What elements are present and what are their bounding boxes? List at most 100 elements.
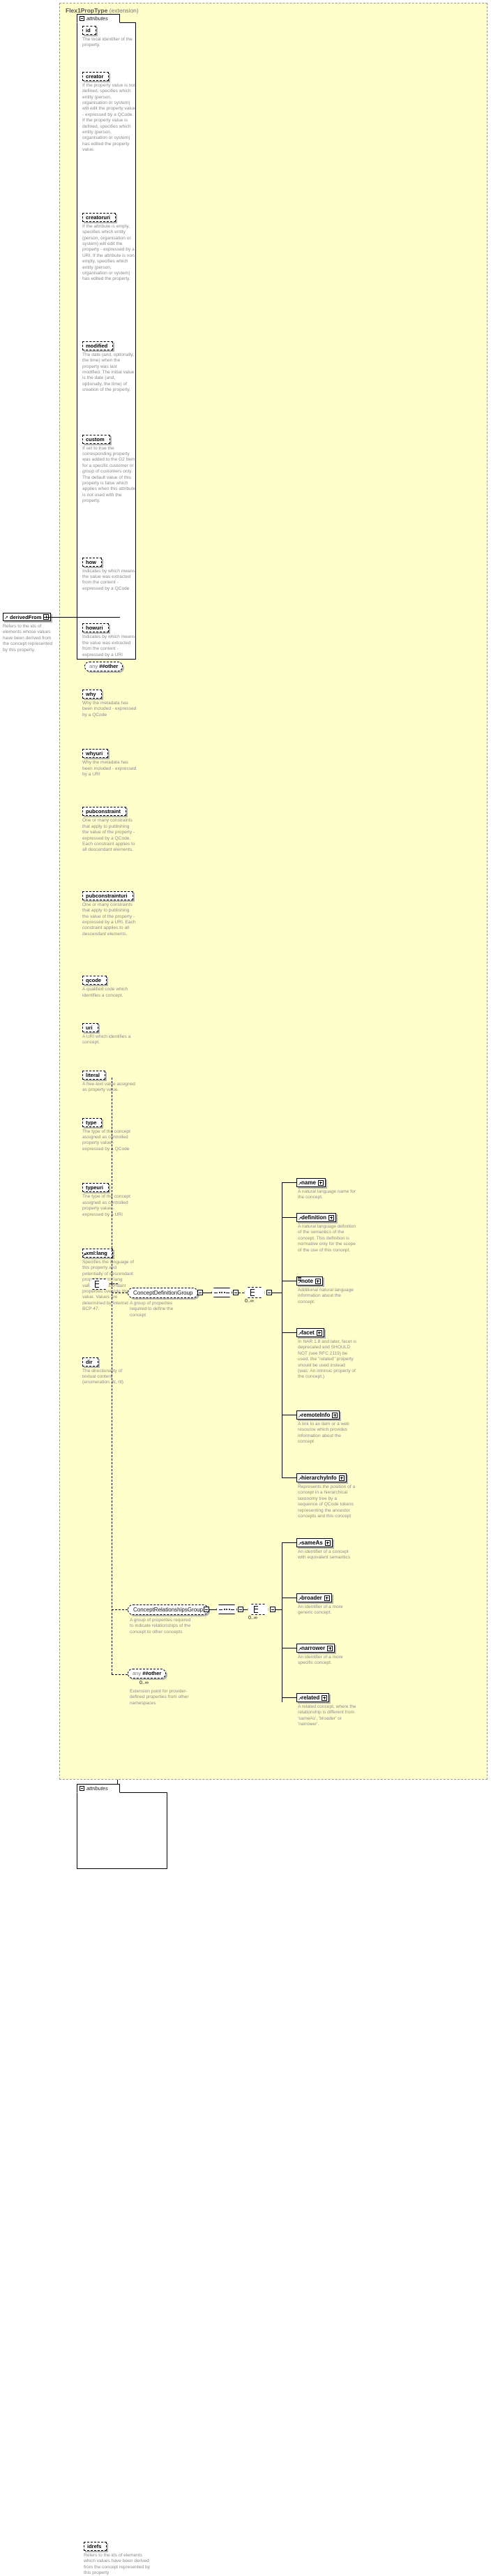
attribute-chip[interactable]: typeuri [82, 1183, 109, 1193]
attribute-chip[interactable]: dir [82, 1357, 98, 1367]
attribute-chip[interactable]: custom [82, 434, 110, 444]
attributes-any-other[interactable]: any ##other [84, 662, 123, 671]
expand-plus-icon[interactable] [324, 1595, 330, 1601]
attribute-how[interactable]: how Indicates by which means the value w… [82, 557, 491, 593]
element-sameAs[interactable]: ↗ sameAs [296, 1538, 333, 1547]
element-name[interactable]: ↗ name [296, 1178, 326, 1187]
attribute-chip[interactable]: creatoruri [82, 212, 116, 222]
any-keyword: any [89, 663, 98, 669]
attribute-qcode[interactable]: qcode A qualified code which identifies … [82, 976, 491, 999]
expand-plus-icon[interactable] [327, 1645, 333, 1651]
element-description: A natural language name for the concept. [298, 1189, 356, 1200]
attribute-pubconstrainturi[interactable]: pubconstrainturi One or many constraints… [82, 891, 491, 937]
expand-plus-icon[interactable] [322, 1695, 328, 1701]
attribute-dir[interactable]: dir The directionality of textual conten… [82, 1357, 491, 1386]
extension-point-any-other[interactable]: any ##other [128, 1669, 167, 1678]
arrow-icon: ↗ [82, 1252, 86, 1258]
attribute-idrefs[interactable]: idrefs Refers to the ids of elements whi… [84, 2541, 491, 2576]
attribute-uri[interactable]: uri A URI which identifies a concept. [82, 1023, 491, 1046]
extension-point-description: Extension point for provider-defined pro… [130, 1689, 189, 1706]
element-note[interactable]: ↗ note [296, 1276, 323, 1286]
expand-plus-icon[interactable] [328, 1214, 334, 1221]
expand-plus-icon[interactable] [317, 1179, 324, 1186]
attribute-chip[interactable]: id [82, 26, 96, 35]
definition-occurs-label: 0..∞ [245, 1299, 254, 1304]
attribute-chip[interactable]: pubconstraint [82, 807, 126, 817]
expand-plus-icon[interactable] [332, 1412, 338, 1418]
derivedFrom-description: Refers to the ids of elements whose valu… [3, 624, 53, 653]
attribute-chip[interactable]: creator [82, 71, 109, 81]
attribute-whyuri[interactable]: whyuri Why the metadata has been include… [82, 749, 491, 777]
attribute-chip[interactable]: qcode [82, 976, 107, 985]
attribute-modified[interactable]: modified The date (and, optionally, the … [82, 341, 491, 394]
attribute-why[interactable]: why Why the metadata has been included -… [82, 689, 491, 718]
relationships-occurs-label: 0..∞ [248, 1616, 257, 1621]
element-label: remoteInfo [301, 1412, 331, 1418]
definition-choice-collapse-toggle[interactable] [266, 1290, 272, 1295]
element-narrower[interactable]: ↗ narrower [296, 1644, 335, 1653]
element-hierarchyInfo[interactable]: ↗ hierarchyInfo [296, 1473, 347, 1482]
expand-plus-icon[interactable] [324, 1540, 331, 1546]
attribute-chip[interactable]: idrefs [84, 2541, 107, 2551]
collapse-minus-icon[interactable] [80, 16, 84, 21]
attribute-chip[interactable]: how [82, 557, 102, 567]
any-namespace: ##other [99, 663, 119, 669]
relationships-group-collapse-toggle[interactable] [204, 1607, 209, 1612]
group-label: ConceptDefinitionGroup [133, 1290, 193, 1296]
attribute-chip[interactable]: modified [82, 341, 114, 350]
attributes-tab-top[interactable]: attributes [77, 14, 120, 23]
attribute-id[interactable]: id The local identifier of the property. [82, 26, 491, 49]
group-concept-relationships[interactable]: ConceptRelationshipsGroup [128, 1605, 209, 1615]
attribute-chip[interactable]: whyuri [82, 749, 109, 759]
element-related[interactable]: ↗ related [296, 1693, 330, 1702]
attribute-chip[interactable]: howuri [82, 623, 109, 633]
attribute-typeuri[interactable]: typeuri The type of the concept assigned… [82, 1183, 491, 1218]
attribute-creatoruri[interactable]: creatoruri If the attribute is empty, sp… [82, 212, 491, 283]
element-remoteInfo[interactable]: ↗ remoteInfo [296, 1410, 340, 1420]
attribute-chip[interactable]: ↗ xml:lang [82, 1248, 113, 1258]
attribute-type[interactable]: type The type of the concept assigned as… [82, 1117, 491, 1153]
element-label: note [301, 1278, 313, 1284]
element-facet[interactable]: ↗ facet [296, 1328, 324, 1337]
attribute-chip[interactable]: why [82, 689, 102, 699]
any-namespace: ##other [142, 1670, 162, 1676]
attribute-description: One or many constraints that apply to pu… [82, 818, 135, 853]
element-description: A link to an item or a web resource whic… [298, 1422, 349, 1445]
attribute-chip[interactable]: literal [82, 1070, 106, 1080]
attribute-howuri[interactable]: howuri Indicates by which means the valu… [82, 623, 491, 658]
sequence-dots-icon [214, 1292, 229, 1293]
element-label: definition [301, 1214, 326, 1221]
element-label: narrower [301, 1645, 326, 1651]
attribute-creator[interactable]: creator If the property value is not def… [82, 71, 491, 154]
definition-seq-collapse-toggle[interactable] [233, 1290, 239, 1295]
expand-plus-icon[interactable] [315, 1278, 321, 1284]
element-description: Represents the position of a concept in … [298, 1484, 356, 1519]
attribute-literal[interactable]: literal A free-text value assigned as pr… [82, 1070, 491, 1094]
element-broader[interactable]: ↗ broader [296, 1593, 332, 1602]
attribute-pubconstraint[interactable]: pubconstraint One or many constraints th… [82, 807, 491, 853]
definition-group-collapse-toggle[interactable] [197, 1290, 203, 1295]
any-other-chip[interactable]: any ##other [128, 1669, 167, 1678]
relationships-seq-collapse-toggle[interactable] [238, 1607, 243, 1612]
attribute-description: A qualified code which identifies a conc… [82, 987, 128, 998]
group-concept-definition[interactable]: ConceptDefinitionGroup [128, 1288, 199, 1298]
collapse-minus-icon[interactable] [80, 1786, 84, 1791]
attribute-chip[interactable]: pubconstrainturi [82, 891, 133, 900]
definition-sequence-node[interactable] [211, 1288, 232, 1297]
branch-name [282, 1182, 296, 1183]
any-keyword: any [133, 1670, 142, 1676]
attribute-custom[interactable]: custom If set to true the corresponding … [82, 434, 491, 505]
attribute-chip[interactable]: uri [82, 1023, 98, 1033]
connector-to-any-other [112, 1674, 128, 1675]
attributes-tab-bottom[interactable]: attributes [77, 1784, 120, 1793]
element-label: broader [301, 1595, 322, 1601]
attribute-chip[interactable]: type [82, 1117, 103, 1127]
arrow-icon: ↗ [298, 1280, 302, 1285]
expand-plus-icon[interactable] [338, 1475, 345, 1481]
relationships-choice-collapse-toggle[interactable] [270, 1607, 275, 1612]
arrow-icon: ↗ [298, 1542, 302, 1547]
relationships-sequence-node[interactable] [216, 1605, 237, 1614]
expand-plus-icon[interactable] [316, 1330, 322, 1336]
any-other-chip[interactable]: any ##other [84, 662, 123, 671]
element-definition[interactable]: ↗ definition [296, 1213, 336, 1222]
